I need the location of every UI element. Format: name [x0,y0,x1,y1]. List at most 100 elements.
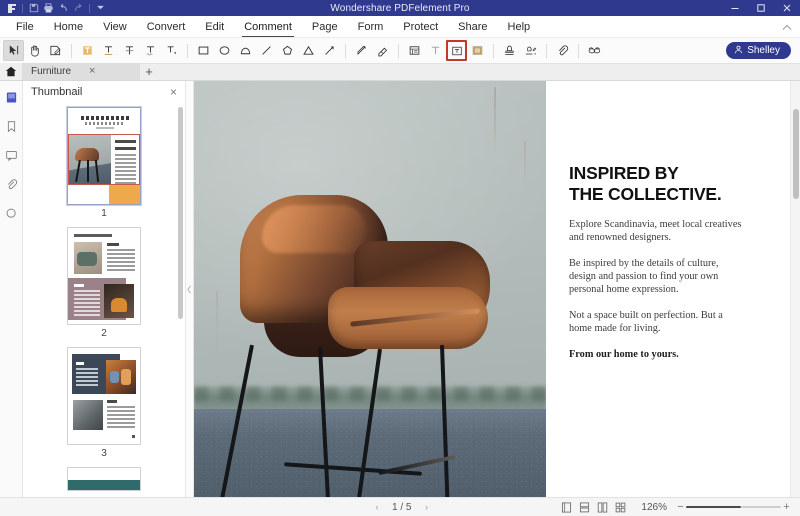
page1-caption-line [96,127,114,129]
signature-tool[interactable] [520,40,541,61]
pencil-tool[interactable] [351,40,372,61]
chair-leg-4 [440,344,451,497]
oval-tool[interactable] [214,40,235,61]
close-tab-icon[interactable]: × [89,66,95,77]
stamp-tool[interactable] [499,40,520,61]
zoom-slider[interactable] [686,503,781,512]
menu-share[interactable]: Share [448,16,497,38]
page-paragraph-2: Be inspired by the details of culture, d… [569,258,719,295]
page2-title-line [74,234,112,237]
menu-protect[interactable]: Protect [393,16,448,38]
thumbnail-item-1[interactable]: 1 [36,107,172,219]
thumbnail-item-4[interactable] [36,467,172,491]
pdf-page: INSPIRED BY THE COLLECTIVE. Explore Scan… [194,81,790,497]
underline-tool[interactable] [98,40,119,61]
strikethrough-tool[interactable] [119,40,140,61]
typewriter-tool[interactable] [425,40,446,61]
previous-page-button[interactable]: ‹ [372,502,382,512]
zoom-level-label[interactable]: 126% [641,502,667,513]
page-paragraph-1: Explore Scandinavia, meet local creative… [569,219,742,243]
document-tab[interactable]: Furniture × [22,63,140,80]
page3-text-a [76,362,98,388]
document-viewer[interactable]: INSPIRED BY THE COLLECTIVE. Explore Scan… [194,81,800,497]
text-callout-tool[interactable] [467,40,488,61]
customize-dropdown-icon[interactable] [93,1,108,15]
highlight-tool[interactable] [77,40,98,61]
text-box-tool[interactable] [446,40,467,61]
page-headline: INSPIRED BY THE COLLECTIVE. [569,163,722,204]
menu-convert[interactable]: Convert [137,16,196,38]
collapse-ribbon-icon[interactable] [782,16,792,38]
page-text-column: INSPIRED BY THE COLLECTIVE. Explore Scan… [546,81,790,497]
thumbnail-item-3[interactable]: 3 [36,347,172,459]
close-button[interactable] [774,0,800,16]
logo-icon[interactable] [4,1,19,15]
page-indicator[interactable]: 1 / 5 [392,502,411,513]
panel-divider[interactable] [186,81,194,497]
sidebar-comment-icon[interactable] [3,147,19,163]
undo-icon[interactable] [56,1,71,15]
sidebar-bookmark-icon[interactable] [3,118,19,134]
squiggly-underline-tool[interactable] [140,40,161,61]
select-tool[interactable] [3,40,24,61]
page1-header [68,108,140,134]
menu-page[interactable]: Page [302,16,348,38]
print-icon[interactable] [41,1,56,15]
menu-home[interactable]: Home [44,16,93,38]
connected-lines-tool[interactable] [298,40,319,61]
rectangle-tool[interactable] [193,40,214,61]
thumbnail-item-2[interactable]: 2 [36,227,172,339]
sidebar-thumbnail-icon[interactable] [3,89,19,105]
sidebar-search-icon[interactable] [3,205,19,221]
zoom-out-button[interactable]: − [675,501,686,513]
redo-icon[interactable] [71,1,86,15]
toolbar-divider-7 [578,43,579,58]
line-tool[interactable] [256,40,277,61]
thumbnail-list[interactable]: 1 2 3 [23,103,185,497]
thumbnail-panel-header: Thumbnail × [23,81,185,103]
window-controls [722,0,800,16]
thumbnail-page-number: 3 [101,448,107,459]
polygon-tool[interactable] [277,40,298,61]
menu-help[interactable]: Help [498,16,541,38]
facing-view-icon[interactable] [595,500,610,515]
snapshot-tool[interactable] [45,40,66,61]
page4-teal-block [68,480,140,490]
menu-form[interactable]: Form [348,16,394,38]
single-page-view-icon[interactable] [559,500,574,515]
thumbnail-page-number: 1 [101,208,107,219]
continuous-view-icon[interactable] [577,500,592,515]
page2-photo-a [74,242,102,274]
maximize-button[interactable] [748,0,774,16]
cloud-tool[interactable] [235,40,256,61]
minimize-button[interactable] [722,0,748,16]
menu-edit[interactable]: Edit [195,16,234,38]
page3-photo-a [106,360,136,394]
save-icon[interactable] [26,1,41,15]
insert-text-tool[interactable] [161,40,182,61]
page3-photo-b [73,400,103,430]
menu-file[interactable]: File [6,16,44,38]
viewer-scrollbar[interactable] [790,81,800,497]
thumbnail-scrollbar[interactable] [178,107,183,319]
user-account-button[interactable]: Shelley [726,42,791,59]
zoom-slider-track [741,506,781,508]
new-tab-button[interactable]: + [140,63,158,80]
note-tool[interactable] [404,40,425,61]
viewer-scrollbar-thumb[interactable] [793,109,799,199]
attachment-tool[interactable] [552,40,573,61]
hide-comments-tool[interactable] [584,40,605,61]
next-page-button[interactable]: › [421,502,431,512]
menu-view[interactable]: View [93,16,137,38]
sidebar-attachment-icon[interactable] [3,176,19,192]
close-thumbnail-panel-icon[interactable]: × [170,85,177,99]
page1-subtitle-line [85,122,125,125]
home-tab-button[interactable] [0,63,22,80]
menu-comment[interactable]: Comment [234,16,302,38]
arrow-tool[interactable] [319,40,340,61]
page3-text-b [107,400,135,430]
zoom-in-button[interactable]: + [781,501,792,513]
eraser-tool[interactable] [372,40,393,61]
hand-tool[interactable] [24,40,45,61]
thumbnail-grid-view-icon[interactable] [613,500,628,515]
